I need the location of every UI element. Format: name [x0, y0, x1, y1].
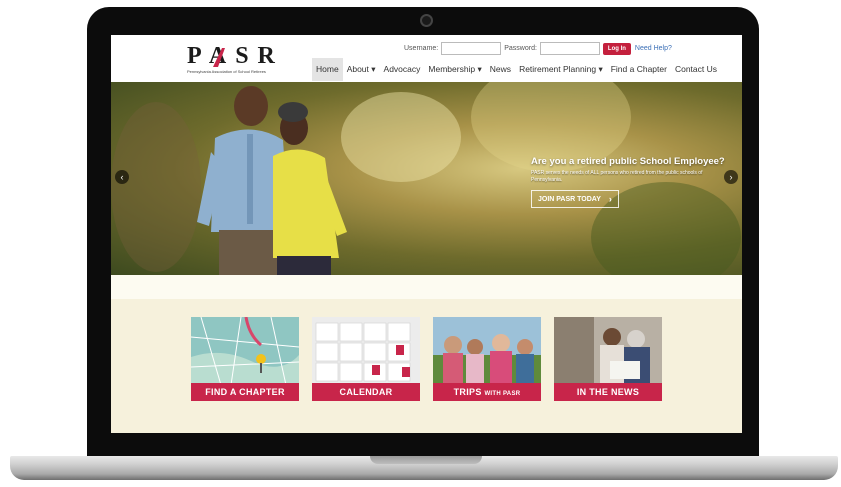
band-top-strip: [111, 275, 742, 299]
nav-item-about[interactable]: About ▾: [343, 58, 380, 81]
username-label: Username:: [404, 45, 439, 52]
laptop-notch: [370, 456, 482, 464]
tile-caption: IN THE NEWS: [554, 383, 662, 401]
calendar-icon: [312, 317, 420, 385]
nav-item-news[interactable]: News: [486, 58, 515, 81]
nav-item-home[interactable]: Home: [312, 58, 343, 81]
hero-title: Are you a retired public School Employee…: [531, 156, 725, 167]
hero-couple-photo: [197, 86, 347, 275]
chevron-right-icon: ›: [608, 194, 612, 204]
tile-caption: TRIPS WITH PASR: [433, 383, 541, 401]
tile-in-the-news[interactable]: IN THE NEWS: [554, 317, 662, 401]
nav-item-membership[interactable]: Membership ▾: [424, 58, 485, 81]
logo-text: PASR: [187, 43, 284, 69]
password-label: Password:: [504, 45, 537, 52]
logo-tagline: Pennsylvania Association of School Retir…: [187, 69, 266, 74]
login-form: Username: Password: Log In Need Help?: [404, 42, 672, 55]
tile-caption-text: TRIPS: [453, 387, 482, 397]
tile-caption-small: WITH PASR: [484, 391, 521, 397]
site-logo[interactable]: PASR Pennsylvania Association of School …: [187, 44, 297, 74]
password-input[interactable]: [539, 42, 600, 55]
tile-caption-text: IN THE NEWS: [576, 387, 640, 397]
tile-caption: CALENDAR: [312, 383, 420, 401]
tile-find-a-chapter[interactable]: FIND A CHAPTER: [191, 317, 299, 401]
main-nav: Home About ▾ Advocacy Membership ▾ News …: [312, 58, 721, 81]
tile-caption-text: FIND A CHAPTER: [205, 387, 285, 397]
slider-prev-arrow[interactable]: ‹: [115, 170, 129, 184]
nav-item-find-a-chapter[interactable]: Find a Chapter: [607, 58, 671, 81]
join-today-label: JOIN PASR TODAY: [538, 195, 601, 203]
logo-swoosh-icon: [213, 48, 225, 67]
camera-icon: [420, 14, 433, 27]
laptop-screen: PASR Pennsylvania Association of School …: [111, 35, 742, 433]
username-input[interactable]: [441, 42, 502, 55]
map-pin-icon: [191, 317, 299, 385]
site-header: PASR Pennsylvania Association of School …: [111, 35, 742, 82]
trips-photo: [433, 317, 541, 385]
need-help-link[interactable]: Need Help?: [635, 45, 672, 52]
login-button[interactable]: Log In: [602, 42, 631, 55]
tile-calendar[interactable]: CALENDAR: [312, 317, 420, 401]
nav-item-retirement-planning[interactable]: Retirement Planning ▾: [515, 58, 607, 81]
tile-caption: FIND A CHAPTER: [191, 383, 299, 401]
hero-slider: ‹ › Are you a retired public School Empl…: [111, 82, 742, 275]
tile-trips[interactable]: TRIPS WITH PASR: [433, 317, 541, 401]
hero-subtitle: PASR serves the needs of ALL persons who…: [531, 170, 703, 183]
hero-caption: Are you a retired public School Employee…: [531, 156, 731, 208]
tile-caption-text: CALENDAR: [339, 387, 393, 397]
nav-item-contact-us[interactable]: Contact Us: [671, 58, 721, 81]
news-photo: [554, 317, 662, 385]
join-today-button[interactable]: JOIN PASR TODAY ›: [531, 190, 619, 208]
nav-item-advocacy[interactable]: Advocacy: [380, 58, 425, 81]
